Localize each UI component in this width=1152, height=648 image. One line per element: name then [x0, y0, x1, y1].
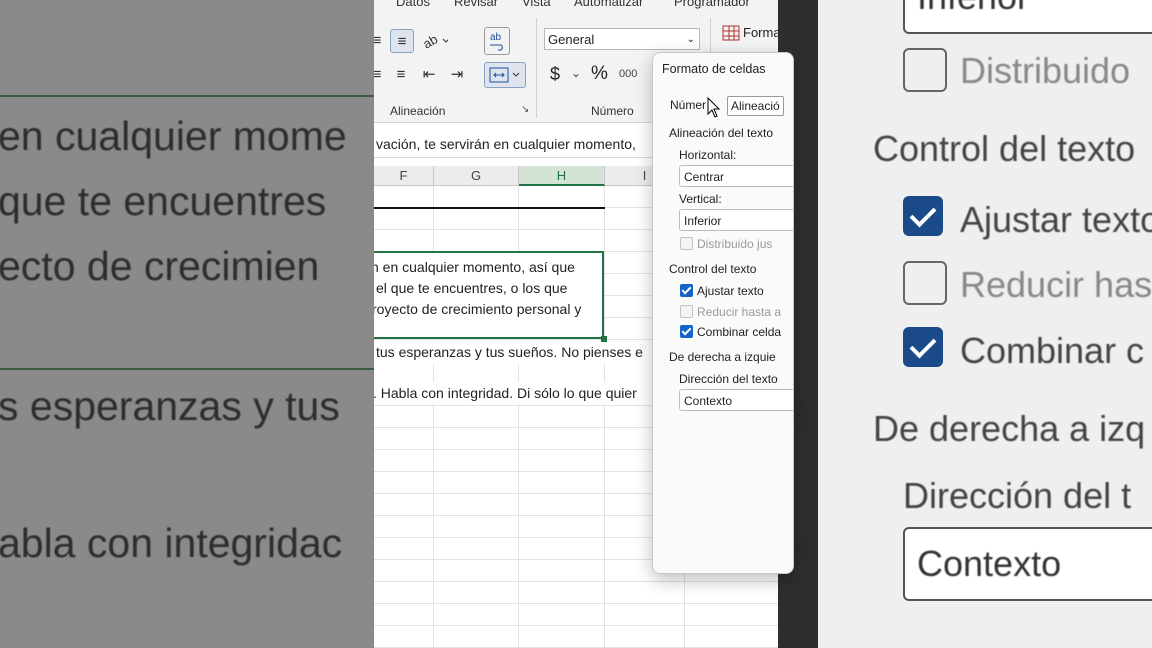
zoom-text-line-5: abla con integridac — [0, 520, 343, 566]
zoom-cell-border-bottom — [0, 368, 374, 370]
zoomed-background-left: en cualquier mome que te encuentres ecto… — [0, 0, 374, 648]
chevron-down-icon: ⌄ — [686, 34, 695, 45]
thousands-button[interactable]: 000 — [619, 68, 637, 80]
mouse-pointer-icon — [707, 97, 721, 118]
orientation-icon[interactable]: ab — [420, 29, 450, 51]
vertical-select[interactable]: Inferior — [679, 209, 793, 231]
justify-distributed-label: Distribuido jus — [697, 237, 773, 251]
percent-button[interactable]: % — [591, 63, 608, 85]
zoom-text-line-3: ecto de crecimien — [0, 243, 320, 289]
tab-automatizar[interactable]: Automatizar — [574, 0, 643, 9]
zoom-vertical-box: Inferior — [903, 0, 1152, 34]
zoom-rtl-heading: De derecha a izq — [873, 408, 1146, 449]
format-table-button[interactable]: Forma — [743, 25, 778, 40]
wrap-text-label: Ajustar texto — [697, 284, 764, 298]
shrink-to-fit-label: Reducir hasta a — [697, 305, 782, 319]
zoom-direction-box: Contexto — [903, 527, 1152, 601]
alignment-dialog-launcher-icon[interactable]: ↘ — [521, 104, 529, 115]
column-header-h[interactable]: H — [519, 166, 605, 186]
decrease-indent-icon[interactable]: ⇤ — [418, 63, 440, 85]
increase-indent-icon[interactable]: ⇥ — [446, 63, 468, 85]
currency-dropdown-icon[interactable]: ⌄ — [571, 66, 581, 80]
merge-cells-checkbox[interactable] — [680, 325, 693, 338]
merge-cells-label: Combinar celda — [697, 325, 782, 339]
format-cells-dialog: Formato de celdas Númer Alineació Alinea… — [652, 52, 794, 574]
number-group-label: Número — [591, 104, 634, 118]
alignment-group-label: Alineación — [390, 104, 446, 118]
tab-datos[interactable]: Datos — [396, 0, 430, 9]
column-header-f[interactable]: F — [374, 166, 434, 186]
wrap-text-icon[interactable]: ab — [484, 27, 510, 55]
thick-border-line — [374, 207, 605, 209]
zoom-control-heading: Control del texto — [873, 128, 1136, 169]
zoom-wrap-label: Ajustar texto — [960, 199, 1152, 240]
justify-distributed-checkbox[interactable] — [680, 237, 693, 250]
horizontal-select[interactable]: Centrar — [679, 165, 793, 187]
align-top-icon[interactable]: ≡ — [374, 29, 388, 51]
conditional-format-icon[interactable] — [720, 22, 742, 44]
vertical-label: Vertical: — [679, 192, 722, 206]
zoom-text-line-2: que te encuentres — [0, 178, 327, 224]
merged-cell-line-2: el que te encuentres, o los que — [376, 280, 568, 296]
zoom-merge-label: Combinar c — [960, 330, 1145, 371]
tab-programador[interactable]: Programador — [674, 0, 750, 9]
cell-text-row-1[interactable]: tus esperanzas y tus sueños. No pienses … — [376, 342, 643, 363]
zoom-shrink-label: Reducir has — [960, 264, 1152, 305]
cell-text-row-2[interactable]: . Habla con integridad. Di sólo lo que q… — [374, 383, 637, 404]
currency-button[interactable]: $ — [550, 64, 560, 85]
svg-text:ab: ab — [490, 32, 502, 43]
tab-number[interactable]: Númer — [670, 96, 706, 114]
dialog-title: Formato de celdas — [662, 62, 766, 76]
zoom-text-line-4: s esperanzas y tus — [0, 383, 340, 429]
zoom-distributed-label: Distribuido — [960, 50, 1131, 91]
merged-cell-selected[interactable]: n en cualquier momento, así que el que t… — [374, 251, 604, 339]
number-format-select[interactable]: General ⌄ — [544, 28, 700, 50]
tab-vista[interactable]: Vista — [522, 0, 551, 9]
zoom-direction-label: Dirección del t — [903, 475, 1132, 516]
merged-cell-line-3: royecto de crecimiento personal y — [374, 301, 582, 317]
align-center-icon[interactable]: ≡ — [390, 63, 412, 85]
zoom-text-line-1: en cualquier mome — [0, 113, 347, 159]
align-middle-icon[interactable]: ≡ — [390, 29, 414, 53]
zoom-merge-checkbox — [903, 327, 943, 367]
text-direction-label: Dirección del texto — [679, 372, 778, 386]
fill-handle[interactable] — [601, 336, 607, 342]
text-direction-select[interactable]: Contexto — [679, 389, 793, 411]
column-header-g[interactable]: G — [434, 166, 519, 186]
ribbon-separator — [536, 18, 537, 118]
shrink-to-fit-checkbox[interactable] — [680, 305, 693, 318]
tab-revisar[interactable]: Revisar — [454, 0, 498, 9]
wrap-text-checkbox[interactable] — [680, 284, 693, 297]
horizontal-label: Horizontal: — [679, 148, 737, 162]
align-left-icon[interactable]: ≡ — [374, 63, 388, 85]
section-right-to-left: De derecha a izquie — [669, 350, 776, 364]
zoom-shrink-checkbox — [903, 261, 947, 305]
zoom-cell-border-top — [0, 95, 374, 97]
svg-text:ab: ab — [422, 31, 440, 49]
section-text-control: Control del texto — [669, 262, 757, 276]
merge-center-icon[interactable] — [484, 62, 526, 88]
zoomed-background-right: Inferior Distribuido Control del texto A… — [778, 0, 1152, 648]
tab-alignment[interactable]: Alineació — [727, 96, 784, 116]
zoom-distributed-checkbox — [903, 48, 947, 92]
section-text-alignment: Alineación del texto — [669, 126, 774, 140]
zoom-wrap-checkbox — [903, 196, 943, 236]
merged-cell-line-1: n en cualquier momento, así que — [374, 259, 575, 275]
